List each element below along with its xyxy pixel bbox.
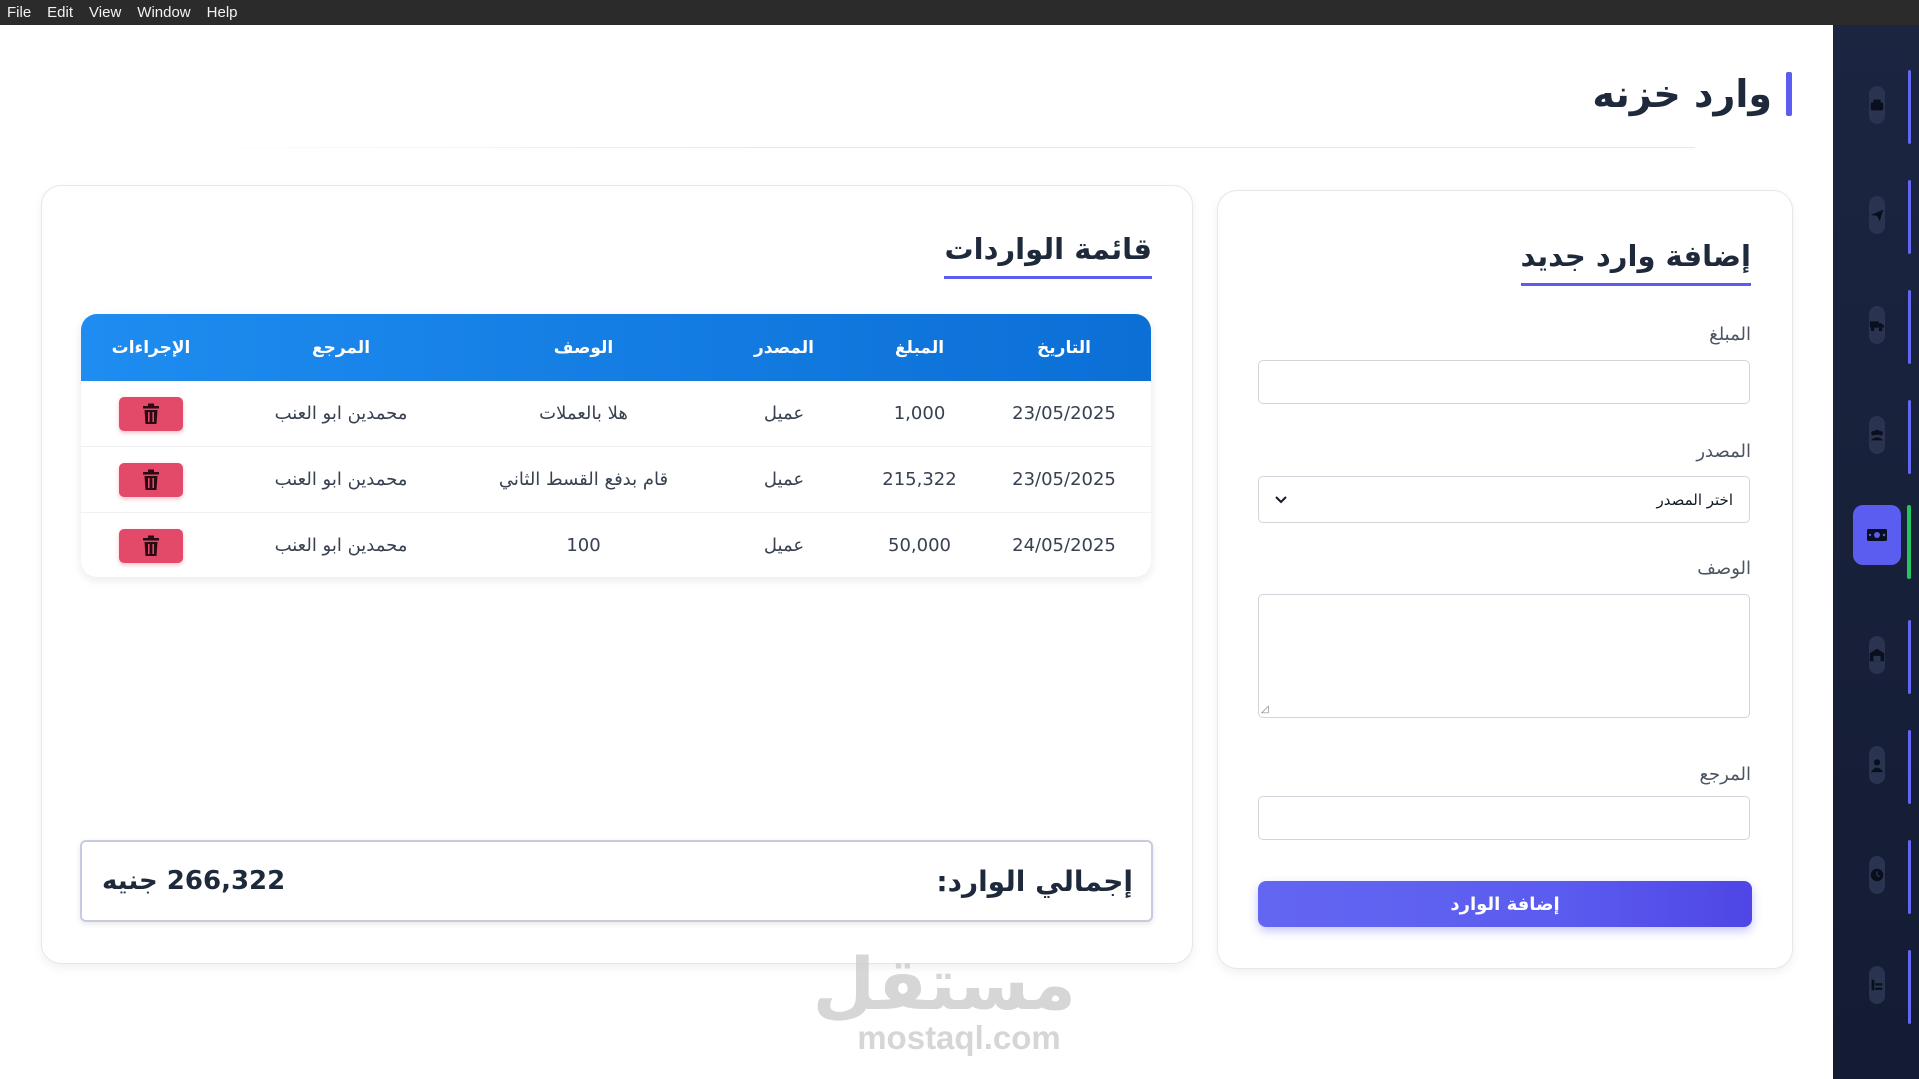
add-income-card: إضافة وارد جديد المبلغ المصدر اختر المصد… [1217,190,1793,969]
sidebar-item-indicator [1908,400,1911,474]
cell-source: عميل [763,403,805,424]
trash-icon [143,403,159,424]
sidebar-item-cashier[interactable] [1853,70,1911,144]
sidebar-item-indicator [1908,620,1911,694]
cell-reference: محمدين ابو العنب [274,403,408,424]
cash-register-icon [1870,99,1884,111]
total-income-label: إجمالي الوارد: [936,864,1133,898]
cell-date: 23/05/2025 [1012,403,1116,424]
delete-button[interactable] [119,528,183,563]
menu-view[interactable]: View [81,4,129,21]
menu-file[interactable]: File [0,4,39,21]
user-icon [1870,759,1884,773]
page-header: وارد خزنه [1592,72,1792,116]
sidebar-item-send[interactable] [1853,180,1911,254]
trash-icon [143,535,159,556]
income-list-card: قائمة الواردات التاريخ المبلغ المصدر الو… [41,185,1193,964]
chevron-down-icon [1275,492,1287,508]
col-date: التاريخ [1037,337,1091,358]
cell-amount: 50,000 [888,535,951,556]
paper-plane-icon [1870,209,1884,222]
cell-description: 100 [566,535,601,556]
cell-amount: 1,000 [893,403,946,424]
watermark-latin: mostaql.com [857,1019,1061,1056]
cell-date: 24/05/2025 [1012,535,1116,556]
sidebar-item-indicator [1907,505,1911,579]
watermark: مستقل mostaql.com [812,942,1076,1056]
reference-label: المرجع [1699,764,1751,785]
sidebar-item-indicator [1908,730,1911,804]
table-row: 24/05/2025 50,000 عميل 100 محمدين ابو ال… [81,513,1151,577]
sidebar [1833,25,1919,1079]
cell-date: 23/05/2025 [1012,469,1116,490]
warehouse-icon [1869,648,1885,662]
trash-icon [143,469,159,490]
table-row: 23/05/2025 215,322 عميل قام بدفع القسط ا… [81,447,1151,513]
cell-source: عميل [763,469,805,490]
sidebar-item-history[interactable] [1853,840,1911,914]
col-actions: الإجراءات [111,337,191,358]
sidebar-item-customers[interactable] [1853,400,1911,474]
money-bill-icon [1867,529,1887,541]
watermark-arabic: مستقل [812,942,1076,1026]
cell-description: هلا بالعملات [539,403,628,424]
report-icon [1871,979,1883,991]
col-amount: المبلغ [894,337,945,358]
amount-label: المبلغ [1709,324,1751,345]
col-reference: المرجع [311,337,371,358]
table-header: التاريخ المبلغ المصدر الوصف المرجع الإجر… [81,314,1151,381]
menu-window[interactable]: Window [129,4,198,21]
users-icon [1870,429,1884,441]
menubar: File Edit View Window Help [0,0,1919,25]
cell-description: قام بدفع القسط الثاني [498,469,669,490]
add-income-button[interactable]: إضافة الوارد [1258,881,1752,927]
table-row: 23/05/2025 1,000 عميل هلا بالعملات محمدي… [81,381,1151,447]
cell-source: عميل [763,535,805,556]
reference-input[interactable] [1258,796,1750,840]
form-title: إضافة وارد جديد [1520,239,1751,286]
amount-input[interactable] [1258,360,1750,404]
resize-grip-icon[interactable]: ◿ [1261,704,1269,715]
menu-edit[interactable]: Edit [39,4,81,21]
sidebar-item-indicator [1908,180,1911,254]
list-title: قائمة الواردات [944,232,1152,279]
menu-help[interactable]: Help [199,4,246,21]
description-label: الوصف [1697,558,1751,579]
total-income-value: 266,322 جنيه [102,866,286,896]
truck-icon [1869,321,1885,332]
delete-button[interactable] [119,462,183,497]
cell-actions [81,528,221,563]
source-select[interactable]: اختر المصدر [1258,476,1750,523]
total-income-box: 266,322 جنيه إجمالي الوارد: [80,840,1153,922]
cell-reference: محمدين ابو العنب [274,535,408,556]
cell-amount: 215,322 [882,469,957,490]
description-textarea[interactable]: ◿ [1258,594,1750,718]
sidebar-item-reports[interactable] [1853,950,1911,1024]
cell-actions [81,462,221,497]
source-selected-value: اختر المصدر [1656,490,1733,509]
sidebar-item-indicator [1908,290,1911,364]
income-table: التاريخ المبلغ المصدر الوصف المرجع الإجر… [81,314,1151,577]
title-accent-bar [1786,72,1792,116]
sidebar-item-profile[interactable] [1853,730,1911,804]
sidebar-item-indicator [1908,840,1911,914]
col-description: الوصف [553,337,614,358]
cell-actions [81,396,221,431]
page-title: وارد خزنه [1592,72,1772,116]
sidebar-item-indicator [1908,70,1911,144]
delete-button[interactable] [119,396,183,431]
sidebar-item-treasury-income[interactable] [1853,505,1911,579]
cell-reference: محمدين ابو العنب [274,469,408,490]
sidebar-item-indicator [1908,950,1911,1024]
source-label: المصدر [1696,441,1751,462]
sidebar-item-warehouse[interactable] [1853,620,1911,694]
clock-icon [1870,868,1884,882]
header-divider [180,147,1695,148]
col-source: المصدر [754,337,814,358]
sidebar-item-shipping[interactable] [1853,290,1911,364]
